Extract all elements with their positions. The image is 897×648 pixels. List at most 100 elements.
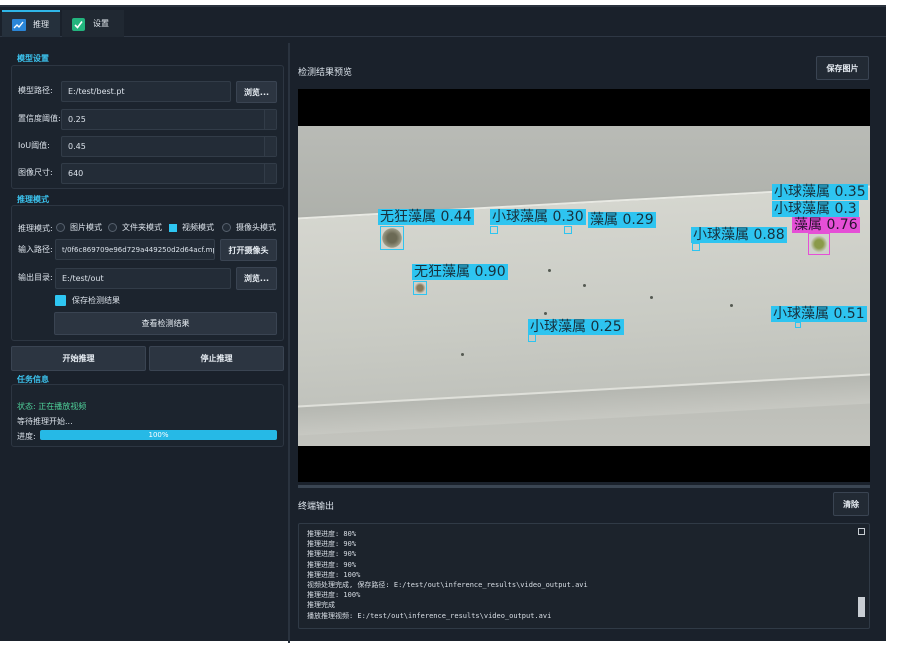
- speck: [544, 312, 547, 315]
- section-divider: [298, 485, 870, 488]
- mode-label: 推理模式:: [18, 224, 53, 233]
- clear-button[interactable]: 清除: [833, 492, 869, 516]
- left-panel: 模型设置 模型路径: E:/test/best.pt 浏览... 置信度阈值: …: [0, 43, 290, 643]
- output-dir-input[interactable]: E:/test/out: [55, 268, 231, 289]
- checkbox-checked-indicator: [55, 295, 66, 306]
- model-settings-title: 模型设置: [17, 54, 49, 63]
- tab-inference[interactable]: 推理: [2, 10, 60, 37]
- iou-spin-arrows[interactable]: [264, 137, 276, 156]
- conf-spin-arrows[interactable]: [264, 110, 276, 129]
- radio-dot: [222, 223, 231, 232]
- input-path-input[interactable]: t/0f6c869709e96d729a449250d2d64acf.mp4: [55, 239, 215, 260]
- view-results-button[interactable]: 查看检测结果: [54, 312, 277, 335]
- progress-label: 进度:: [17, 432, 36, 441]
- speck: [583, 284, 586, 287]
- check-square-icon: [72, 17, 86, 31]
- speck: [461, 353, 464, 356]
- detection-box: [795, 322, 801, 328]
- terminal-line: 视频处理完成, 保存路径: E:/test/out\inference_resu…: [307, 581, 588, 590]
- conf-threshold-label: 置信度阈值:: [18, 114, 61, 123]
- iou-threshold-value: 0.45: [68, 142, 86, 151]
- terminal-line: 推理完成: [307, 601, 335, 610]
- radio-image-mode-label: 图片模式: [70, 223, 102, 232]
- detection-label: 无狂藻属 0.44: [378, 209, 474, 225]
- terminal-line: 推理进度: 90%: [307, 560, 357, 569]
- radio-dot: [108, 223, 117, 232]
- preview-title: 检测结果预览: [298, 68, 353, 78]
- image-size-spinbox[interactable]: 640: [61, 163, 277, 184]
- detection-label: 无狂藻属 0.90: [412, 264, 508, 280]
- iou-threshold-spinbox[interactable]: 0.45: [61, 136, 277, 157]
- radio-folder-mode[interactable]: 文件夹模式: [108, 222, 162, 233]
- microscope-image: 无狂藻属 0.44 小球藻属 0.30 藻属 0.29 小球藻属 0.88 小球…: [298, 126, 870, 446]
- status-text: 状态: 正在播放视频: [17, 402, 87, 411]
- detection-label: 小球藻属 0.3: [772, 201, 859, 217]
- conf-threshold-spinbox[interactable]: 0.25: [61, 109, 277, 130]
- app-window: 推理 设置 模型设置 模型路径: E:/test/best.pt 浏览... 置…: [0, 5, 886, 643]
- terminal-line: 推理进度: 90%: [307, 540, 357, 549]
- terminal-line: 推理进度: 80%: [307, 530, 357, 538]
- input-path-label: 输入路径:: [18, 245, 53, 254]
- detection-box: [490, 226, 498, 234]
- output-browse-button[interactable]: 浏览...: [236, 267, 277, 290]
- detection-label: 小球藻属 0.25: [528, 319, 624, 335]
- detection-box: [692, 243, 700, 251]
- iou-threshold-label: IoU阈值:: [18, 141, 50, 150]
- radio-image-mode[interactable]: 图片模式: [56, 222, 102, 233]
- terminal-line: 推理进度: 100%: [307, 591, 361, 600]
- detection-box: [380, 226, 404, 250]
- stop-inference-button[interactable]: 停止推理: [149, 346, 284, 371]
- radio-dot: [56, 223, 65, 232]
- radio-camera-mode-label: 摄像头模式: [236, 223, 276, 232]
- right-panel: 检测结果预览 保存图片 无狂藻属 0.44 小球藻属 0.30 藻属 0.29 …: [298, 43, 870, 643]
- terminal-title: 终端输出: [298, 502, 335, 512]
- scroll-up-icon[interactable]: [858, 528, 865, 535]
- save-results-label: 保存检测结果: [72, 296, 120, 305]
- detection-box: [808, 233, 830, 255]
- open-camera-button[interactable]: 打开摄像头: [220, 239, 277, 261]
- tab-settings-label: 设置: [93, 19, 109, 28]
- detection-box: [564, 226, 572, 234]
- tab-bar: 推理 设置: [0, 7, 886, 37]
- terminal-output[interactable]: 推理进度: 80% 推理进度: 90% 推理进度: 90% 推理进度: 90% …: [298, 523, 870, 629]
- terminal-line: 推理进度: 90%: [307, 550, 357, 559]
- radio-selected-indicator: [169, 223, 177, 232]
- detection-label: 小球藻属 0.30: [490, 209, 586, 225]
- model-browse-button[interactable]: 浏览...: [236, 81, 277, 103]
- radio-camera-mode[interactable]: 摄像头模式: [222, 222, 276, 233]
- detection-preview: 无狂藻属 0.44 小球藻属 0.30 藻属 0.29 小球藻属 0.88 小球…: [298, 89, 870, 482]
- speck: [650, 296, 653, 299]
- output-dir-label: 输出目录:: [18, 273, 53, 282]
- detection-box: [528, 334, 536, 342]
- terminal-line: 播放推理视频: E:/test/out\inference_results\vi…: [307, 611, 552, 620]
- model-path-label: 模型路径:: [18, 86, 53, 95]
- image-size-label: 图像尺寸:: [18, 168, 53, 177]
- radio-video-mode[interactable]: 视频模式: [169, 222, 214, 233]
- progress-bar: 100%: [40, 430, 277, 440]
- waiting-text: 等待推理开始...: [17, 417, 73, 426]
- imgsz-spin-arrows[interactable]: [264, 164, 276, 183]
- radio-folder-mode-label: 文件夹模式: [122, 223, 162, 232]
- chart-line-icon: [12, 18, 26, 31]
- progress-text: 100%: [148, 431, 169, 439]
- scrollbar-thumb[interactable]: [858, 597, 865, 617]
- speck: [548, 269, 551, 272]
- image-size-value: 640: [68, 169, 84, 178]
- panel-splitter[interactable]: [288, 43, 290, 643]
- terminal-scrollbar[interactable]: [858, 528, 865, 625]
- detection-box: [413, 281, 427, 295]
- radio-video-mode-label: 视频模式: [182, 223, 214, 232]
- tab-inference-label: 推理: [33, 20, 49, 29]
- save-image-button[interactable]: 保存图片: [816, 56, 869, 80]
- start-inference-button[interactable]: 开始推理: [11, 346, 146, 371]
- speck: [730, 304, 733, 307]
- save-results-checkbox[interactable]: 保存检测结果: [55, 295, 120, 306]
- detection-label: 藻属 0.29: [588, 212, 656, 228]
- tab-settings[interactable]: 设置: [62, 10, 124, 37]
- detection-label: 藻属 0.76: [792, 217, 860, 233]
- detection-label: 小球藻属 0.88: [691, 227, 787, 243]
- model-path-input[interactable]: E:/test/best.pt: [61, 81, 231, 102]
- conf-threshold-value: 0.25: [68, 115, 86, 124]
- detection-label: 小球藻属 0.35: [772, 184, 868, 200]
- detection-label: 小球藻属 0.51: [771, 306, 867, 322]
